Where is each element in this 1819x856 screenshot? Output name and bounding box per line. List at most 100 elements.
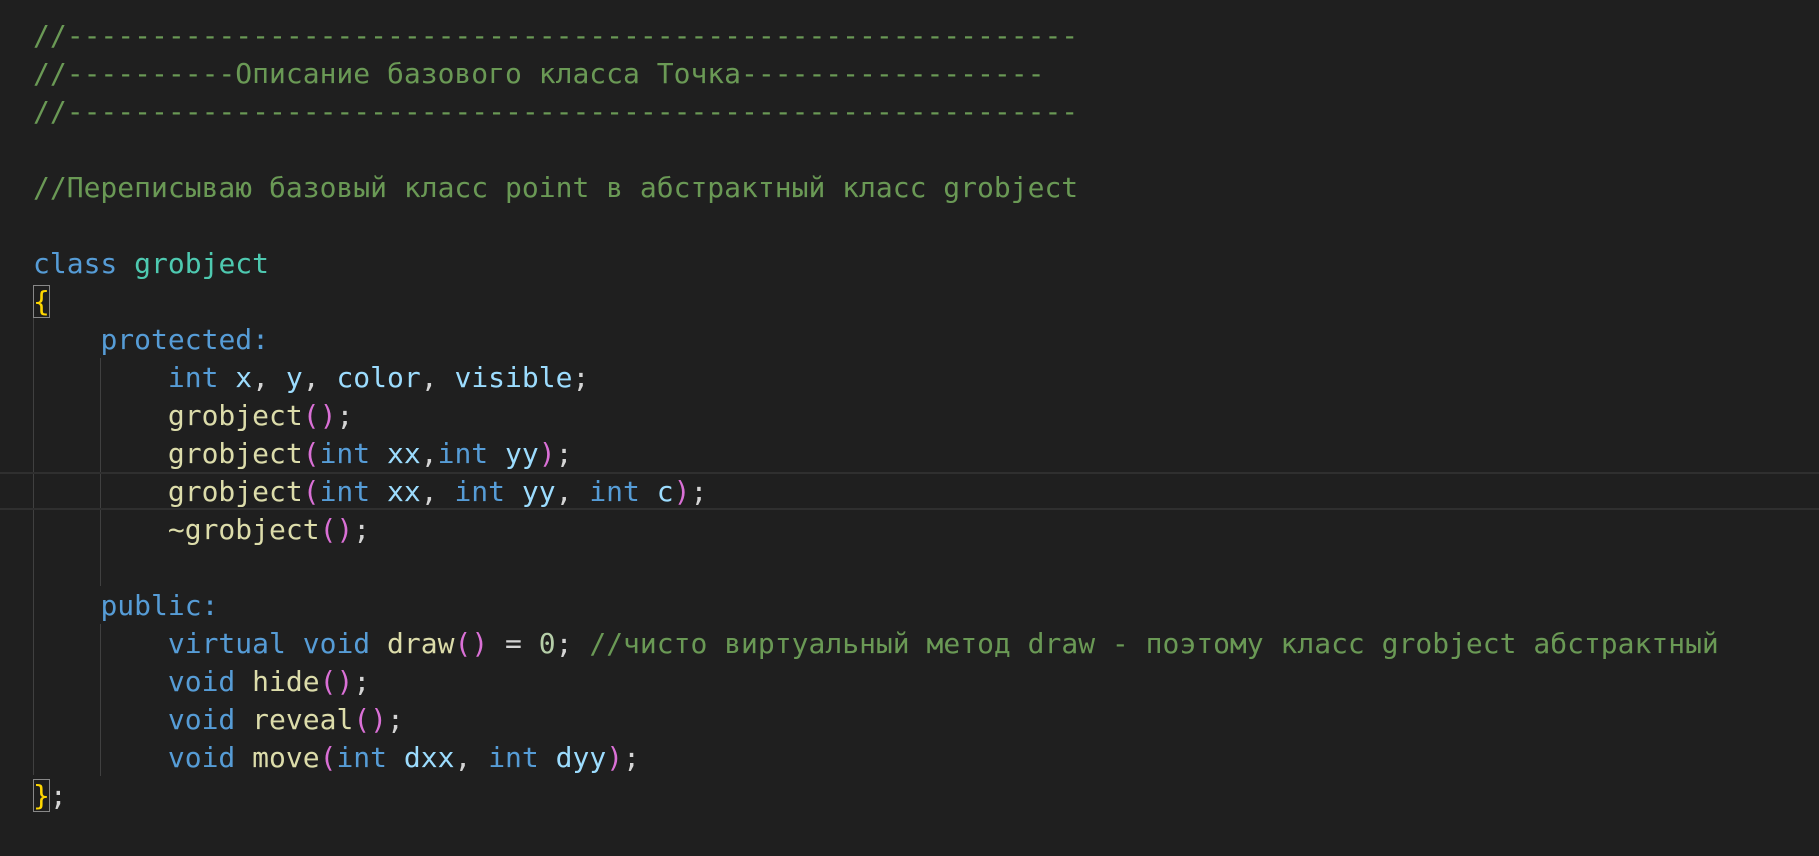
code-line[interactable]: grobject();: [0, 396, 1819, 434]
code-token-variable: visible: [454, 361, 573, 394]
code-token-punctuation: [505, 475, 522, 508]
code-token-keyword: int: [454, 475, 506, 508]
code-line[interactable]: protected:: [0, 320, 1819, 358]
code-token-keyword: int: [437, 437, 489, 470]
code-line-text: ~grobject();: [33, 515, 370, 545]
code-token-punctuation: [33, 665, 168, 698]
code-token-punctuation: ;: [336, 399, 354, 432]
code-line[interactable]: //----------Описание базового класса Точ…: [0, 54, 1819, 92]
code-token-variable: x: [235, 361, 253, 394]
code-token-keyword: void: [167, 665, 236, 698]
code-token-keyword: void: [167, 741, 236, 774]
code-token-paren: (): [353, 703, 388, 736]
code-token-variable: xx: [387, 475, 421, 508]
code-token-variable: yy: [521, 475, 556, 508]
code-line[interactable]: //--------------------------------------…: [0, 92, 1819, 130]
code-line[interactable]: //--------------------------------------…: [0, 16, 1819, 54]
code-token-paren: (): [302, 399, 337, 432]
code-token-paren: (: [319, 741, 337, 774]
code-token-variable: c: [656, 475, 674, 508]
code-token-keyword: virtual: [167, 627, 286, 660]
code-token-paren: (): [319, 513, 354, 546]
code-line[interactable]: class grobject: [0, 244, 1819, 282]
code-token-punctuation: [33, 589, 100, 622]
code-token-punctuation: [370, 475, 387, 508]
code-line-text: virtual void draw() = 0; //чисто виртуал…: [33, 629, 1719, 659]
code-token-keyword: public:: [100, 589, 219, 622]
code-token-punctuation: ;: [690, 475, 708, 508]
code-token-comment: //чисто виртуальный метод draw - поэтому…: [589, 627, 1719, 660]
code-token-comment: //Переписываю базовый класс point в абст…: [33, 171, 1079, 204]
code-line-text: protected:: [33, 325, 269, 355]
code-line[interactable]: {: [0, 282, 1819, 320]
code-line-text: void hide();: [33, 667, 370, 697]
code-line-text: //--------------------------------------…: [33, 97, 1078, 127]
code-token-punctuation: ;: [353, 665, 371, 698]
code-token-punctuation: ;: [572, 361, 590, 394]
code-token-punctuation: [33, 627, 168, 660]
code-token-function: draw: [387, 627, 455, 660]
code-token-punctuation: [33, 703, 168, 736]
code-token-punctuation: [117, 247, 134, 280]
code-line[interactable]: void reveal();: [0, 700, 1819, 738]
code-token-punctuation: [33, 513, 168, 546]
code-editor[interactable]: //--------------------------------------…: [0, 0, 1819, 856]
code-line[interactable]: //Переписываю базовый класс point в абст…: [0, 168, 1819, 206]
code-token-punctuation: ,: [302, 361, 337, 394]
code-token-keyword: void: [302, 627, 371, 660]
code-line[interactable]: int x, y, color, visible;: [0, 358, 1819, 396]
code-line[interactable]: [0, 130, 1819, 168]
code-token-keyword: protected:: [100, 323, 270, 356]
code-token-punctuation: ;: [555, 437, 573, 470]
code-line[interactable]: };: [0, 776, 1819, 814]
code-token-class-name: grobject: [134, 247, 270, 280]
code-line[interactable]: ~grobject();: [0, 510, 1819, 548]
code-token-function: hide: [252, 665, 320, 698]
code-line-text: grobject(int xx,int yy);: [33, 437, 573, 470]
code-token-punctuation: =: [488, 627, 539, 660]
code-line[interactable]: void move(int dxx, int dyy);: [0, 738, 1819, 776]
code-token-paren: (): [454, 627, 489, 660]
code-token-punctuation: [640, 475, 657, 508]
code-token-variable: dyy: [555, 741, 607, 774]
code-token-paren: ): [538, 437, 556, 470]
code-line-current[interactable]: grobject(int xx, int yy, int c);: [0, 472, 1819, 510]
code-token-punctuation: [235, 741, 252, 774]
code-token-brace: {: [33, 285, 50, 318]
code-token-punctuation: ,: [420, 437, 438, 470]
code-token-variable: dxx: [403, 741, 455, 774]
code-token-comment: //--------------------------------------…: [33, 95, 1079, 128]
code-token-punctuation: ;: [49, 779, 67, 812]
code-line[interactable]: void hide();: [0, 662, 1819, 700]
code-line[interactable]: public:: [0, 586, 1819, 624]
code-line[interactable]: [0, 548, 1819, 586]
code-line-text: void move(int dxx, int dyy);: [33, 743, 640, 773]
code-token-punctuation: ,: [252, 361, 286, 394]
code-line[interactable]: grobject(int xx,int yy);: [0, 434, 1819, 472]
code-token-punctuation: [488, 437, 505, 470]
code-token-function: grobject: [167, 399, 303, 432]
code-line-text: void reveal();: [33, 705, 404, 735]
code-token-keyword: class: [33, 247, 118, 280]
code-token-keyword: int: [336, 741, 388, 774]
code-line-text: //--------------------------------------…: [33, 21, 1078, 51]
code-token-keyword: int: [319, 437, 371, 470]
code-token-variable: xx: [387, 437, 421, 470]
code-token-punctuation: [218, 361, 235, 394]
code-line[interactable]: [0, 206, 1819, 244]
code-token-punctuation: [539, 741, 556, 774]
code-line-text: grobject(int xx, int yy, int c);: [33, 477, 707, 507]
code-token-punctuation: [33, 323, 100, 356]
code-line-text: class grobject: [33, 249, 269, 279]
code-line-text: //Переписываю базовый класс point в абст…: [33, 173, 1078, 203]
code-token-punctuation: ;: [623, 741, 640, 774]
code-line-text: int x, y, color, visible;: [33, 363, 589, 393]
code-token-function: grobject: [167, 437, 303, 470]
code-token-punctuation: [235, 665, 252, 698]
code-token-variable: y: [285, 361, 303, 394]
code-token-punctuation: ,: [555, 475, 590, 508]
code-line[interactable]: virtual void draw() = 0; //чисто виртуал…: [0, 624, 1819, 662]
code-line-text: };: [33, 779, 67, 812]
code-token-paren: ): [673, 475, 691, 508]
code-token-punctuation: ,: [420, 361, 455, 394]
